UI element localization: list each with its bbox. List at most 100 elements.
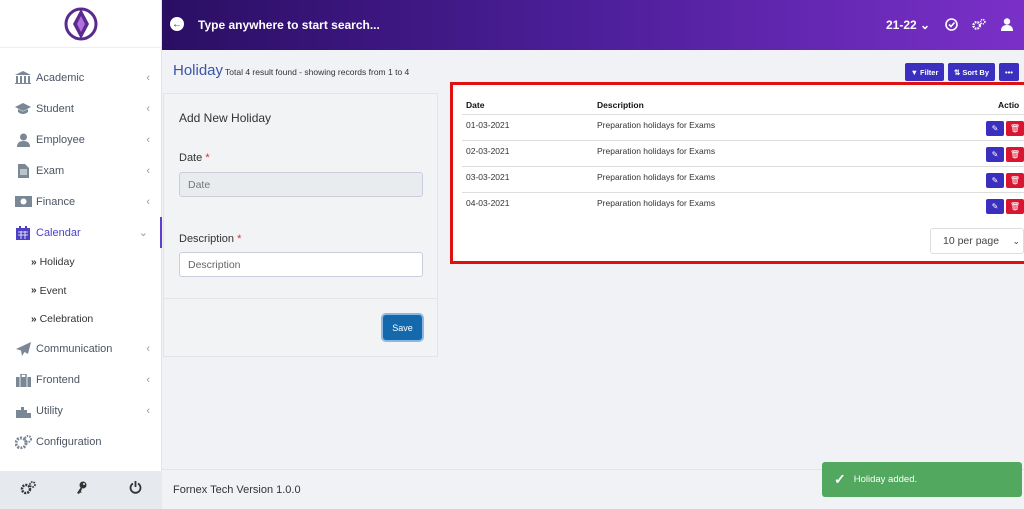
filter-icon: ▼ xyxy=(910,67,919,77)
key-icon[interactable] xyxy=(76,481,88,500)
holiday-table: Date Description Actio 01-03-2021 Prepar… xyxy=(450,82,1024,264)
delete-button[interactable]: 🗑 xyxy=(1006,121,1024,136)
sidebar-item-label: Student xyxy=(36,102,74,115)
edit-button[interactable]: ✎ xyxy=(986,147,1004,162)
required-marker: * xyxy=(237,233,242,245)
per-page-value: 10 per page xyxy=(943,235,1000,247)
logo[interactable] xyxy=(0,0,161,48)
finance-icon xyxy=(14,195,32,209)
user-icon[interactable] xyxy=(1000,17,1014,31)
success-toast[interactable]: ✓ Holiday added. xyxy=(822,462,1022,497)
sidebar-item-label: Finance xyxy=(36,195,76,208)
chevron-left-icon: ‹ xyxy=(146,133,150,146)
sort-by-button[interactable]: ⇅ Sort By xyxy=(948,63,995,81)
description-label: Description * xyxy=(179,233,241,245)
sidebar-item-utility[interactable]: Utility ‹ xyxy=(0,396,162,427)
session-selector[interactable]: 21-22 ⌄ xyxy=(886,18,930,32)
delete-button[interactable]: 🗑 xyxy=(1006,147,1024,162)
employee-icon xyxy=(14,133,32,147)
sidebar-item-label: Communication xyxy=(36,343,113,355)
sidebar-subitem-holiday[interactable]: » Holiday xyxy=(0,248,162,277)
sidebar: Academic ‹ Student ‹ Employee ‹ Exam ‹ F… xyxy=(0,0,162,509)
table-row[interactable]: 04-03-2021 Preparation holidays for Exam… xyxy=(462,192,1024,218)
description-field[interactable]: Description xyxy=(179,252,423,277)
chevron-left-icon: ‹ xyxy=(146,343,150,355)
column-header-date[interactable]: Date xyxy=(466,100,484,110)
trash-icon: 🗑 xyxy=(1009,124,1021,133)
sidebar-item-configuration[interactable]: Configuration xyxy=(0,427,162,458)
configuration-icon xyxy=(14,435,32,449)
date-cell: 01-03-2021 xyxy=(466,120,510,130)
sidebar-subitem-label: Celebration xyxy=(39,313,94,326)
frontend-icon xyxy=(14,373,32,387)
power-icon[interactable] xyxy=(129,481,142,499)
save-button[interactable]: Save xyxy=(383,315,422,340)
sidebar-item-student[interactable]: Student ‹ xyxy=(0,93,162,124)
sidebar-item-label: Utility xyxy=(36,405,63,417)
edit-button[interactable]: ✎ xyxy=(986,173,1004,188)
chevron-left-icon: ‹ xyxy=(146,374,150,386)
sidebar-item-exam[interactable]: Exam ‹ xyxy=(0,155,162,186)
sidebar-subitem-event[interactable]: » Event xyxy=(0,277,162,306)
table-row[interactable]: 01-03-2021 Preparation holidays for Exam… xyxy=(462,114,1024,140)
double-chevron-right-icon: » xyxy=(31,256,37,268)
sidebar-item-label: Exam xyxy=(36,164,65,177)
filter-button[interactable]: ▼ Filter xyxy=(905,63,944,81)
description-cell: Preparation holidays for Exams xyxy=(597,120,716,130)
description-cell: Preparation holidays for Exams xyxy=(597,172,716,182)
sidebar-item-frontend[interactable]: Frontend ‹ xyxy=(0,365,162,396)
date-field[interactable]: Date xyxy=(179,172,423,197)
sidebar-item-employee[interactable]: Employee ‹ xyxy=(0,124,162,155)
check-circle-icon[interactable] xyxy=(944,17,958,31)
chevron-left-icon: ‹ xyxy=(146,405,150,417)
sidebar-item-label: Employee xyxy=(36,133,85,146)
edit-icon: ✎ xyxy=(991,150,999,159)
sidebar-item-communication[interactable]: Communication ‹ xyxy=(0,334,162,365)
sidebar-nav: Academic ‹ Student ‹ Employee ‹ Exam ‹ F… xyxy=(0,62,162,458)
checkmark-icon: ✓ xyxy=(834,471,846,487)
student-icon xyxy=(14,102,32,116)
double-chevron-right-icon: » xyxy=(31,285,37,297)
sidebar-footer xyxy=(0,471,162,509)
footer-version: Fornex Tech Version 1.0.0 xyxy=(173,484,301,496)
date-label-text: Date xyxy=(179,152,203,164)
edit-button[interactable]: ✎ xyxy=(986,199,1004,214)
delete-button[interactable]: 🗑 xyxy=(1006,173,1024,188)
edit-icon: ✎ xyxy=(991,176,999,185)
sidebar-item-calendar[interactable]: Calendar ⌄ xyxy=(0,217,162,248)
chevron-left-icon: ‹ xyxy=(146,71,150,84)
back-arrow-icon[interactable]: ← xyxy=(170,17,184,31)
trash-icon: 🗑 xyxy=(1009,150,1021,159)
column-header-description[interactable]: Description xyxy=(597,100,644,110)
settings-icon[interactable] xyxy=(20,480,37,500)
date-cell: 04-03-2021 xyxy=(466,198,510,208)
sidebar-item-academic[interactable]: Academic ‹ xyxy=(0,62,162,93)
sidebar-item-label: Configuration xyxy=(36,436,102,448)
add-holiday-form: Add New Holiday Date * Date Description … xyxy=(163,93,438,357)
date-label: Date * xyxy=(179,152,210,164)
sidebar-item-finance[interactable]: Finance ‹ xyxy=(0,186,162,217)
description-label-text: Description xyxy=(179,233,235,245)
delete-button[interactable]: 🗑 xyxy=(1006,199,1024,214)
chevron-left-icon: ‹ xyxy=(146,102,150,115)
edit-icon: ✎ xyxy=(991,202,999,211)
per-page-select[interactable]: 10 per page ⌄ xyxy=(930,228,1024,254)
logo-icon xyxy=(64,7,97,40)
trash-icon: 🗑 xyxy=(1009,202,1021,211)
table-row[interactable]: 02-03-2021 Preparation holidays for Exam… xyxy=(462,140,1024,166)
sidebar-subitem-label: Holiday xyxy=(39,256,75,269)
utility-icon xyxy=(14,404,32,418)
table-row[interactable]: 03-03-2021 Preparation holidays for Exam… xyxy=(462,166,1024,192)
sidebar-subitem-celebration[interactable]: » Celebration xyxy=(0,305,162,334)
more-options-button[interactable]: ••• xyxy=(999,63,1019,81)
sidebar-item-label: Academic xyxy=(36,71,85,84)
trash-icon: 🗑 xyxy=(1009,176,1021,185)
settings-icon[interactable] xyxy=(972,17,986,31)
chevron-down-icon: ⌄ xyxy=(138,227,148,239)
toast-message: Holiday added. xyxy=(853,474,918,485)
chevron-left-icon: ‹ xyxy=(146,164,150,177)
search-input[interactable]: Type anywhere to start search... xyxy=(198,18,380,32)
edit-button[interactable]: ✎ xyxy=(986,121,1004,136)
filter-label: Filter xyxy=(920,67,939,77)
topbar: ← Type anywhere to start search... 21-22… xyxy=(162,0,1024,50)
